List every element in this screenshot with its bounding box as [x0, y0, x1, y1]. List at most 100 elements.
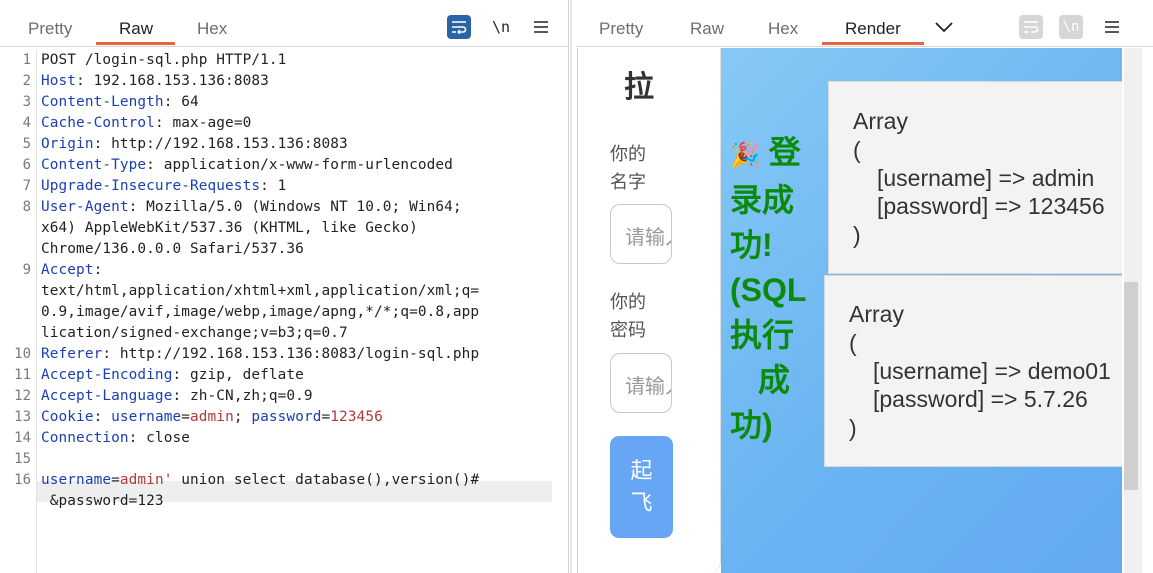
chevron-down-icon [935, 22, 953, 32]
hamburger-menu-icon [1105, 21, 1119, 33]
wrap-lines-icon [1024, 21, 1039, 33]
tab-pretty[interactable]: Pretty [28, 19, 72, 39]
code-line: 16 username=admin' union select database(… [0, 472, 560, 493]
code-line: 15 [0, 451, 560, 472]
success-text-2: 录成 [730, 182, 795, 218]
code-line: 13 Cookie: username=admin; password=12345… [0, 409, 560, 430]
name-placeholder: 请输入 [625, 227, 671, 249]
menu-button[interactable] [529, 15, 553, 39]
success-text-5: 执行 [730, 317, 795, 353]
scrollbar-thumb[interactable] [1124, 282, 1138, 490]
code-line: &password=123 [0, 493, 560, 514]
code-text: Content-Type: application/x-www-form-url… [41, 157, 453, 173]
code-line: 4 Cache-Control: max-age=0 [0, 115, 560, 136]
password-input[interactable]: 请输入 [610, 353, 672, 413]
array-username: [username] => admin [877, 165, 1095, 191]
render-view: 拉 你的名字 请输入 你的密码 请输入 起 飞 🎉 登 录成 功! (SQL 执… [577, 48, 1122, 573]
line-number: 4 [22, 115, 31, 131]
tabs-dropdown-button[interactable] [932, 15, 956, 39]
tab-raw[interactable]: Raw [119, 19, 153, 39]
line-number: 3 [22, 94, 31, 110]
array-open: ( [849, 330, 857, 356]
line-number: 9 [22, 262, 31, 278]
success-text-6: 成 [758, 362, 791, 398]
code-text: Accept-Language: zh-CN,zh;q=0.9 [41, 388, 313, 404]
tab-hex[interactable]: Hex [768, 19, 798, 39]
show-newlines-button[interactable]: \n [1059, 15, 1083, 39]
array-open: ( [853, 137, 861, 163]
wrap-lines-icon [452, 21, 467, 34]
form-title: 拉 [624, 71, 654, 104]
name-label: 你的名字 [610, 144, 646, 192]
hamburger-menu-icon [534, 21, 548, 33]
tab-raw[interactable]: Raw [690, 19, 724, 39]
show-newlines-button[interactable]: \n [489, 15, 513, 39]
code-text: Content-Length: 64 [41, 94, 199, 110]
array-output-2: Array ( [username] => demo01 [password] … [824, 275, 1122, 467]
pane-splitter[interactable] [570, 0, 572, 573]
tab-render[interactable]: Render [845, 19, 901, 39]
line-number: 8 [22, 199, 31, 215]
code-line: 6 Content-Type: application/x-www-form-ur… [0, 157, 560, 178]
code-text: POST /login-sql.php HTTP/1.1 [41, 52, 287, 68]
success-text-7: 功) [730, 407, 773, 443]
tab-hex[interactable]: Hex [197, 19, 227, 39]
code-line: lication/signed-exchange;v=b3;q=0.7 [0, 325, 560, 346]
code-text: username=admin' union select database(),… [41, 472, 480, 488]
code-line: 10 Referer: http://192.168.153.136:8083/l… [0, 346, 560, 367]
line-number: 5 [22, 136, 31, 152]
line-number: 15 [14, 451, 31, 467]
tab-pretty[interactable]: Pretty [599, 19, 643, 39]
code-text: Connection: close [41, 430, 190, 446]
code-line: text/html,application/xhtml+xml,applicat… [0, 283, 560, 304]
array-output-1: Array ( [username] => admin [password] =… [828, 81, 1122, 274]
code-text: lication/signed-exchange;v=b3;q=0.7 [41, 325, 348, 341]
array-password: [password] => 123456 [877, 193, 1105, 219]
submit-label-line1: 起 [630, 458, 653, 483]
code-text: Referer: http://192.168.153.136:8083/log… [41, 346, 480, 362]
burp-repeater-view: Pretty Raw Hex \n 1 POST /login-sql.php H… [0, 0, 1153, 573]
code-text: Upgrade-Insecure-Requests: 1 [41, 178, 287, 194]
line-number: 7 [22, 178, 31, 194]
line-number: 12 [14, 388, 31, 404]
name-input[interactable]: 请输入 [610, 204, 672, 264]
login-success-message: 🎉 登 录成 功! (SQL 执行 成 功) [730, 130, 826, 448]
success-text-4: (SQL [730, 272, 807, 308]
code-text: Host: 192.168.153.136:8083 [41, 73, 269, 89]
menu-button[interactable] [1100, 15, 1124, 39]
code-text: Accept: [41, 262, 103, 278]
code-line: 12 Accept-Language: zh-CN,zh;q=0.9 [0, 388, 560, 409]
array-head: Array [853, 108, 908, 134]
submit-button[interactable]: 起 飞 [610, 436, 673, 538]
code-line: 8 User-Agent: Mozilla/5.0 (Windows NT 10.… [0, 199, 560, 220]
code-line: 11 Accept-Encoding: gzip, deflate [0, 367, 560, 388]
array-close: ) [853, 222, 861, 248]
array-close: ) [849, 415, 857, 441]
code-line: 2 Host: 192.168.153.136:8083 [0, 73, 560, 94]
line-number: 11 [14, 367, 31, 383]
wrap-lines-button[interactable] [1019, 15, 1043, 39]
code-line: 5 Origin: http://192.168.153.136:8083 [0, 136, 560, 157]
login-form-card: 拉 你的名字 请输入 你的密码 请输入 起 飞 [578, 48, 721, 573]
code-text: text/html,application/xhtml+xml,applicat… [41, 283, 480, 299]
party-popper-icon: 🎉 [730, 142, 760, 169]
line-number: 13 [14, 409, 31, 425]
password-placeholder: 请输入 [625, 376, 671, 398]
array-username: [username] => demo01 [873, 358, 1111, 384]
line-number: 6 [22, 157, 31, 173]
code-line: 1 POST /login-sql.php HTTP/1.1 [0, 52, 560, 73]
code-text: 0.9,image/avif,image/webp,image/apng,*/*… [41, 304, 480, 320]
active-tab-indicator [822, 42, 924, 45]
code-line: 14 Connection: close [0, 430, 560, 451]
request-editor[interactable]: 1 POST /login-sql.php HTTP/1.1 2 Host: 192.… [0, 50, 568, 573]
wrap-lines-button[interactable] [447, 15, 471, 39]
success-text-1: 登 [768, 134, 801, 170]
password-label: 你的密码 [610, 292, 646, 340]
code-text: x64) AppleWebKit/537.36 (KHTML, like Gec… [41, 220, 418, 236]
request-tabbar: Pretty Raw Hex \n [0, 0, 568, 47]
code-line: x64) AppleWebKit/537.36 (KHTML, like Gec… [0, 220, 560, 241]
success-text-3: 功! [730, 227, 773, 263]
code-text: Accept-Encoding: gzip, deflate [41, 367, 304, 383]
line-number: 10 [14, 346, 31, 362]
code-text: &password=123 [41, 493, 164, 509]
